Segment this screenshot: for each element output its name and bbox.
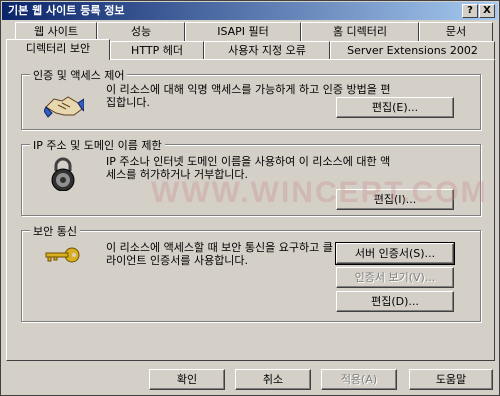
tab-server-extensions[interactable]: Server Extensions 2002 [330, 41, 495, 60]
key-icon [45, 247, 80, 263]
title-bar: 기본 웹 사이트 등록 정보 ? X [2, 2, 498, 20]
secure-edit-button[interactable]: 편집(D)... [336, 291, 454, 312]
tab-documents[interactable]: 문서 [419, 22, 493, 41]
ok-button[interactable]: 확인 [149, 369, 225, 390]
view-certificate-button[interactable]: 인증서 보기(V)... [336, 267, 454, 288]
auth-edit-button[interactable]: 편집(E)... [336, 97, 454, 118]
handshake-icon [44, 96, 84, 118]
secure-group: 보안 통신 이 리소스에 액세스할 때 보안 통신을 요구하고 클라이언트 인증… [21, 223, 481, 322]
ip-description: IP 주소나 인터넷 도메인 이름을 사용하여 이 리소스에 대한 액세스를 허… [106, 155, 391, 181]
ip-group-title: IP 주소 및 도메인 이름 제한 [30, 137, 165, 153]
tab-panel: 인증 및 액세스 제어 이 리소스에 대해 익명 액세스를 가능하게 하고 인증… [6, 59, 495, 361]
properties-dialog: 기본 웹 사이트 등록 정보 ? X 웹 사이트 성능 ISAPI 필터 홈 디… [0, 0, 500, 396]
padlock-icon [51, 157, 75, 191]
tab-custom-errors[interactable]: 사용자 지정 오류 [204, 41, 330, 60]
cancel-button[interactable]: 취소 [235, 369, 311, 390]
help-title-button[interactable]: ? [462, 4, 478, 18]
auth-group-title: 인증 및 액세스 제어 [30, 67, 128, 83]
tab-isapi-filters[interactable]: ISAPI 필터 [185, 22, 301, 41]
close-title-button[interactable]: X [479, 4, 495, 18]
tab-performance[interactable]: 성능 [97, 22, 185, 41]
help-button[interactable]: 도움말 [409, 369, 493, 390]
apply-button[interactable]: 적용(A) [321, 369, 397, 390]
server-certificate-button[interactable]: 서버 인증서(S)... [335, 242, 455, 265]
tab-directory-security[interactable]: 디렉터리 보안 [6, 39, 110, 60]
secure-description: 이 리소스에 액세스할 때 보안 통신을 요구하고 클라이언트 인증서를 사용합… [106, 241, 333, 267]
tab-home-directory[interactable]: 홈 디렉터리 [301, 22, 419, 41]
secure-group-title: 보안 통신 [30, 223, 80, 239]
auth-group: 인증 및 액세스 제어 이 리소스에 대해 익명 액세스를 가능하게 하고 인증… [21, 67, 481, 130]
window-title: 기본 웹 사이트 등록 정보 [8, 4, 125, 17]
ip-group: IP 주소 및 도메인 이름 제한 IP 주소나 인터넷 도메인 이름을 사용하… [21, 137, 481, 216]
tab-http-headers[interactable]: HTTP 헤더 [110, 41, 204, 60]
ip-edit-button[interactable]: 편집(I)... [336, 189, 454, 210]
